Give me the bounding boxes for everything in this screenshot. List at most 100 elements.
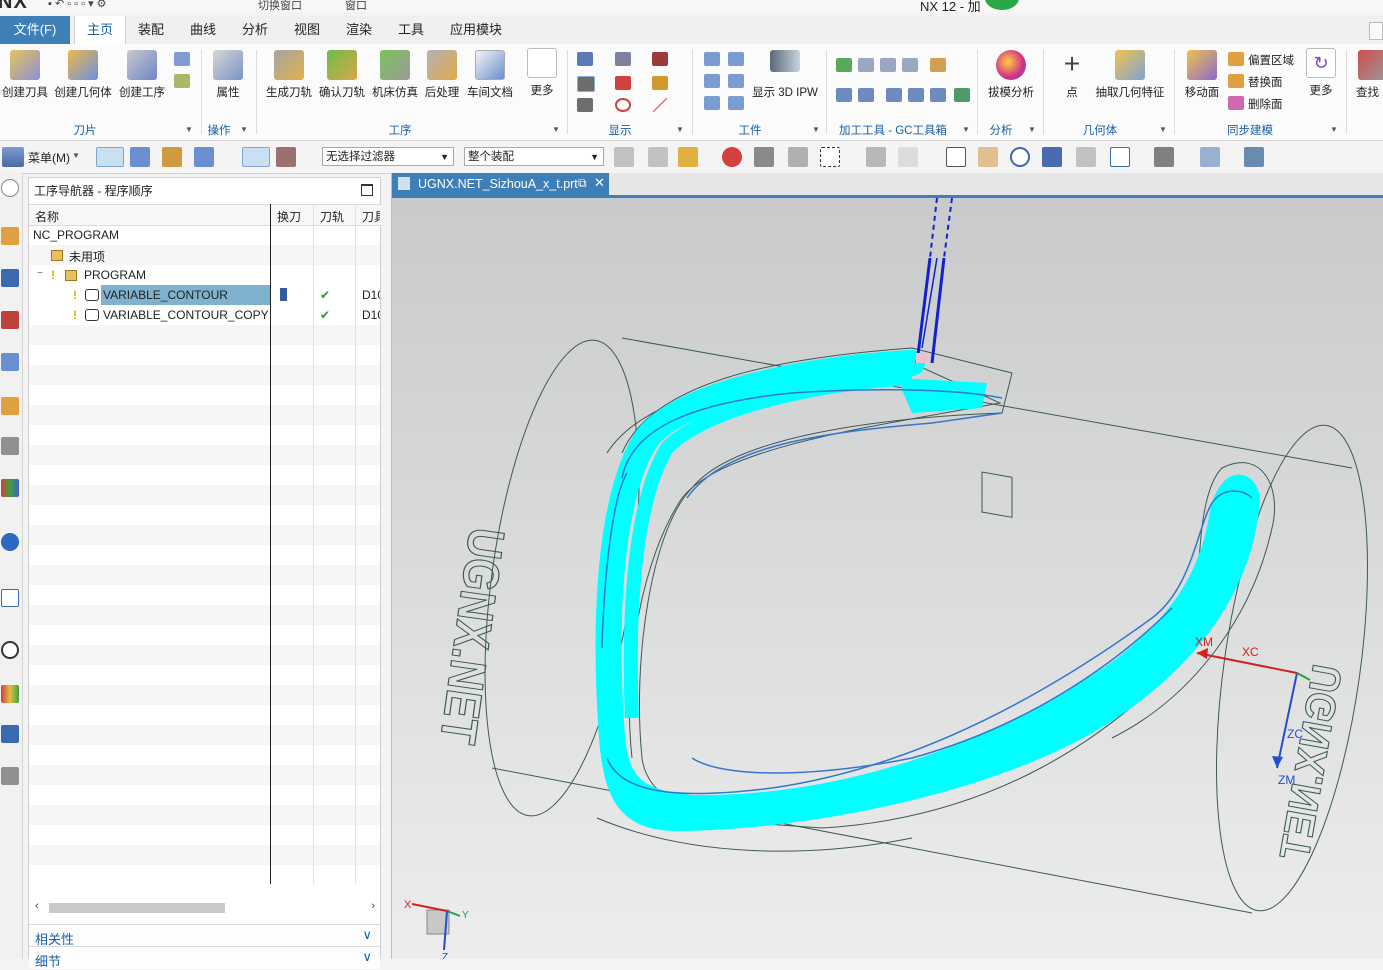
tab-assembly[interactable]: 装配 — [130, 16, 172, 44]
display-circle-icon[interactable] — [615, 98, 631, 112]
replace-face-button[interactable]: 替换面 — [1248, 74, 1283, 90]
operation-navigator-icon[interactable] — [1, 353, 19, 371]
quick-access-toolbar[interactable]: ▪ ↶ ▫ ▫ ▫ ▾ ⚙ — [48, 0, 107, 10]
geometry-view-icon[interactable] — [162, 147, 182, 167]
point-button[interactable]: + 点 — [1054, 50, 1090, 100]
find-button[interactable]: 查找 — [1352, 50, 1383, 100]
model-view[interactable]: UGNX.NET UGNX.NET XM XC ZC ZM X Y Z — [392, 198, 1383, 959]
column-header-toolchange[interactable]: 换刀 — [277, 208, 301, 225]
tree-row-variable-contour-copy[interactable]: ! VARIABLE_CONTOUR_COPY ✔ D10 — [29, 305, 380, 325]
selection-filter-select[interactable]: 无选择过滤器 ▼ — [322, 147, 454, 166]
delete-face-icon[interactable] — [1228, 96, 1244, 110]
display-layer2-icon[interactable] — [577, 98, 593, 112]
roles-icon[interactable] — [1, 767, 19, 785]
create-tool-button[interactable]: 创建刀具 — [2, 50, 48, 100]
view-triad-icon[interactable] — [1110, 147, 1130, 167]
workpiece-icon-6[interactable] — [728, 96, 744, 110]
program-order-view-icon[interactable] — [96, 147, 124, 167]
reuse-library-icon[interactable] — [1, 437, 19, 455]
draft-analysis-button[interactable]: 拔模分析 — [986, 50, 1036, 100]
part-tab[interactable]: UGNX.NET_SizhouA_x_t.prt ⧉ ✕ — [392, 173, 609, 195]
tab-render[interactable]: 渲染 — [338, 16, 380, 44]
rectangle-select-icon[interactable] — [820, 147, 840, 167]
toolpath-display-icon[interactable] — [242, 147, 270, 167]
display-layer-icon[interactable] — [577, 76, 595, 92]
rotate-icon[interactable] — [1010, 147, 1030, 167]
gc-tool-icon-1[interactable] — [836, 58, 852, 72]
assembly-scope-select[interactable]: 整个装配 ▼ — [464, 147, 604, 166]
process-studio-icon[interactable] — [1, 725, 19, 743]
column-header-toolpath[interactable]: 刀轨 — [320, 208, 344, 225]
gc-tool-icon-5[interactable] — [930, 58, 946, 72]
display-tool-icon[interactable] — [652, 76, 668, 90]
create-operation-button[interactable]: 创建工序 — [118, 50, 166, 100]
more-operations-button[interactable]: 更多 — [523, 48, 561, 98]
file-menu[interactable]: 文件(F) — [0, 16, 70, 44]
tree-row-unused[interactable]: 未用项 — [29, 245, 380, 265]
create-geometry-button[interactable]: 创建几何体 — [54, 50, 112, 100]
gc-tool-icon-3[interactable] — [880, 58, 896, 72]
part-navigator-icon[interactable] — [1, 311, 19, 329]
ribbon-options-icon[interactable] — [1369, 22, 1383, 40]
verify-toolpath-button[interactable]: 确认刀轨 — [318, 50, 366, 100]
postprocess-button[interactable]: 后处理 — [422, 50, 462, 100]
tab-analysis[interactable]: 分析 — [234, 16, 276, 44]
show-3d-ipw-button[interactable]: 显示 3D IPW — [752, 50, 818, 100]
render-style-icon[interactable] — [1154, 147, 1174, 167]
group-operation-dropdown[interactable]: ▼ — [552, 125, 560, 134]
group-workpiece-dropdown[interactable]: ▼ — [812, 125, 820, 134]
machine-navigator-icon[interactable] — [1, 397, 19, 415]
more-sync-button[interactable]: ↻ 更多 — [1302, 48, 1340, 98]
selection-point-icon[interactable] — [722, 147, 742, 167]
clip-section-icon[interactable] — [1200, 147, 1220, 167]
column-header-name[interactable]: 名称 — [35, 208, 59, 225]
show-hide-icon[interactable] — [1244, 147, 1264, 167]
pan-icon[interactable] — [1042, 147, 1062, 167]
snap-icon-1[interactable] — [614, 147, 634, 167]
maximize-icon[interactable] — [361, 184, 373, 196]
tab-home[interactable]: 主页 — [74, 16, 126, 44]
gc-tool-icon-8[interactable] — [886, 88, 902, 102]
tab-view[interactable]: 视图 — [286, 16, 328, 44]
group-insert-dropdown[interactable]: ▼ — [185, 125, 193, 134]
group-display-dropdown[interactable]: ▼ — [676, 125, 684, 134]
constraint-navigator-icon[interactable] — [1, 269, 19, 287]
web-browser-icon[interactable] — [1, 589, 19, 607]
extract-geometry-button[interactable]: 抽取几何特征 — [1094, 50, 1166, 100]
tree-row-variable-contour[interactable]: ! VARIABLE_CONTOUR ✔ D10 — [29, 285, 380, 305]
scroll-left-icon[interactable]: ‹ — [35, 900, 39, 912]
tab-application[interactable]: 应用模块 — [446, 16, 506, 44]
shaded-view-icon[interactable] — [866, 147, 886, 167]
delete-face-button[interactable]: 删除面 — [1248, 96, 1283, 112]
display-node-icon[interactable] — [652, 52, 668, 66]
gc-tool-icon-6[interactable] — [836, 88, 852, 102]
gc-tool-icon-11[interactable] — [954, 88, 970, 102]
tab-tools[interactable]: 工具 — [390, 16, 432, 44]
snap-icon-4[interactable] — [788, 147, 808, 167]
display-curve-icon[interactable] — [615, 76, 631, 90]
close-icon[interactable]: ✕ — [594, 175, 605, 191]
machine-simulation-button[interactable]: 机床仿真 — [370, 50, 420, 100]
palette-icon[interactable] — [1, 685, 19, 703]
role-library-icon[interactable] — [1, 479, 19, 497]
scroll-right-icon[interactable]: › — [371, 900, 375, 912]
offset-region-button[interactable]: 偏置区域 — [1248, 52, 1294, 68]
display-box-icon[interactable] — [615, 52, 631, 66]
window-menu-button[interactable]: 窗口 — [345, 0, 367, 12]
tree-row-nc-program[interactable]: NC_PROGRAM — [29, 225, 380, 245]
move-face-button[interactable]: 移动面 — [1182, 50, 1222, 100]
group-sync-dropdown[interactable]: ▼ — [1330, 125, 1338, 134]
graphics-window[interactable]: UGNX.NET_SizhouA_x_t.prt ⧉ ✕ UGNX.NET UG… — [391, 173, 1383, 959]
tab-curve[interactable]: 曲线 — [182, 16, 224, 44]
info-icon[interactable] — [1, 533, 19, 551]
workpiece-icon-2[interactable] — [728, 52, 744, 66]
display-line-icon[interactable] — [652, 98, 668, 112]
assembly-navigator-icon[interactable] — [1, 227, 19, 245]
gc-tool-icon-7[interactable] — [858, 88, 874, 102]
properties-button[interactable]: 属性 — [206, 50, 250, 100]
fit-view-icon[interactable] — [946, 147, 966, 167]
orient-view-icon[interactable] — [1076, 147, 1096, 167]
snap-icon-3[interactable] — [754, 147, 774, 167]
shop-documentation-button[interactable]: 车间文档 — [466, 50, 514, 100]
history-clock-icon[interactable] — [1, 641, 19, 659]
